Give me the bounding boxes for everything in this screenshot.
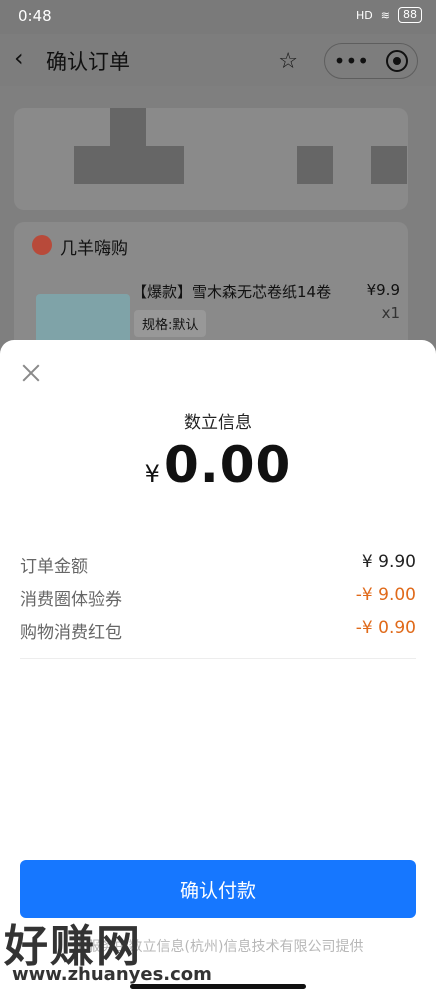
row-label: 购物消费红包	[20, 623, 122, 643]
product-spec: 规格:默认	[134, 310, 207, 337]
status-time: 0:48	[18, 7, 52, 25]
more-icon[interactable]: •••	[334, 51, 369, 71]
row-value: -¥ 0.90	[355, 618, 416, 638]
product-price: ¥9.9	[366, 281, 400, 299]
status-icons: HD ≋ 88	[356, 7, 422, 23]
home-indicator[interactable]	[130, 984, 306, 989]
store-card: 几羊嗨购 【爆款】雪木森无芯卷纸14卷 规格:默认 ¥9.9 x1	[14, 222, 408, 354]
address-card	[14, 108, 408, 210]
watermark-logo: 好赚网 www.zhuanyes.com	[4, 910, 264, 992]
row-value: -¥ 9.00	[355, 585, 416, 605]
amount-value: 0.00	[163, 436, 292, 494]
status-bar: 0:48 HD ≋ 88	[0, 0, 436, 34]
payment-sheet: 数立信息 ¥ 0.00 订单金额 ¥ 9.90 消费圈体验券 -¥ 9.00 购…	[0, 340, 436, 1000]
watermark-url: www.zhuanyes.com	[12, 964, 212, 985]
product-name: 【爆款】雪木森无芯卷纸14卷	[132, 283, 332, 301]
page-title: 确认订单	[46, 50, 130, 74]
close-icon[interactable]	[20, 362, 42, 384]
wifi-icon: ≋	[380, 8, 390, 22]
back-icon[interactable]: ‹	[14, 45, 24, 71]
row-label: 订单金额	[20, 557, 88, 577]
nav-actions: ☆ •••	[278, 43, 418, 79]
mosaic-block	[371, 146, 407, 184]
signal-icon: HD	[356, 8, 373, 22]
divider	[20, 658, 416, 659]
amount-currency: ¥	[144, 460, 160, 488]
star-icon[interactable]: ☆	[278, 49, 298, 74]
nav-bar: ‹ 确认订单 ☆ •••	[0, 34, 436, 86]
order-amount-row: 订单金额 ¥ 9.90	[20, 552, 416, 577]
row-label: 消费圈体验券	[20, 590, 122, 610]
store-name: 几羊嗨购	[60, 239, 128, 259]
mini-program-capsule: •••	[324, 43, 418, 79]
merchant-name: 数立信息	[184, 413, 252, 433]
product-qty: x1	[381, 304, 400, 322]
payment-amount: ¥ 0.00	[0, 436, 436, 494]
row-value: ¥ 9.90	[361, 552, 416, 572]
store-icon	[32, 235, 52, 255]
mosaic-block	[110, 108, 146, 148]
coupon-row: 消费圈体验券 -¥ 9.00	[20, 585, 416, 610]
mosaic-block	[297, 146, 333, 184]
close-mini-program-icon[interactable]	[386, 50, 409, 72]
battery-icon: 88	[398, 7, 422, 23]
mosaic-block	[74, 146, 184, 184]
red-packet-row: 购物消费红包 -¥ 0.90	[20, 618, 416, 643]
